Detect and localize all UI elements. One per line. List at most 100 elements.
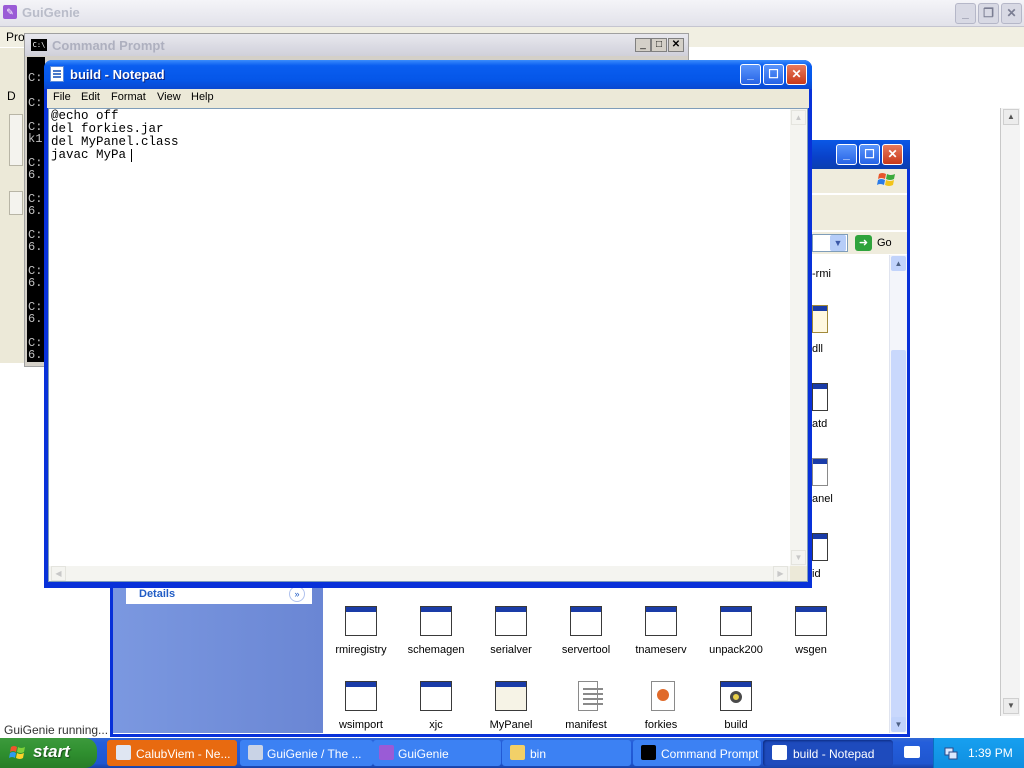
taskbar-item-label: CalubViem - Ne... [136, 747, 231, 761]
guigenie-icon [379, 745, 394, 760]
file-item[interactable]: rmiregistry [323, 606, 403, 676]
taskbar-item-notepad[interactable]: build - Notepad [763, 740, 893, 766]
dll-file-icon[interactable] [812, 305, 828, 333]
file-label: tnameserv [635, 644, 687, 656]
menu-edit[interactable]: Edit [81, 91, 100, 103]
file-item[interactable]: serialver [473, 606, 553, 676]
exe-window-icon [570, 606, 602, 636]
exe-window-icon [795, 606, 827, 636]
guigenie-panel-box-2 [9, 191, 23, 215]
notepad-minimize-button[interactable]: _ [740, 64, 761, 85]
scroll-thumb[interactable] [891, 350, 906, 720]
file-label: schemagen [407, 644, 465, 656]
file-item[interactable]: tnameserv [623, 606, 703, 676]
console-line: 6. [28, 240, 43, 254]
file-label: serialver [490, 644, 532, 656]
exe-window-icon [720, 606, 752, 636]
menu-view[interactable]: View [157, 91, 181, 103]
details-label[interactable]: Details [139, 588, 175, 600]
console-line: 6. [28, 204, 43, 218]
menu-file[interactable]: File [53, 91, 71, 103]
scroll-down-icon[interactable]: ▼ [891, 717, 906, 732]
guigenie-tab[interactable]: D [7, 89, 16, 103]
jar-file-icon [651, 681, 675, 711]
notepad-close-button[interactable]: ✕ [786, 64, 807, 85]
guigenie-vertical-scrollbar[interactable]: ▲ ▼ [1000, 108, 1020, 716]
cmd-close-button[interactable]: ✕ [668, 38, 684, 52]
file-label: wsgen [795, 644, 827, 656]
exe-window-icon[interactable] [812, 383, 828, 411]
file-label: rmiregistry [335, 644, 387, 656]
explorer-maximize-button[interactable]: ☐ [859, 144, 880, 165]
exe-window-icon [345, 606, 377, 636]
cmd-icon [641, 745, 656, 760]
scroll-right-icon[interactable]: ▶ [773, 566, 788, 581]
file-label: xjc [429, 719, 443, 731]
resize-grip[interactable] [790, 566, 807, 581]
taskbar-item-bin[interactable]: bin [502, 740, 631, 766]
folder-icon [510, 745, 525, 760]
keyboard-icon[interactable] [904, 746, 920, 758]
menu-format[interactable]: Format [111, 91, 146, 103]
scroll-left-icon[interactable]: ◀ [51, 566, 66, 581]
command-prompt-title: Command Prompt [52, 38, 165, 53]
taskbar-item-label: Command Prompt [661, 747, 759, 761]
start-label[interactable]: start [33, 742, 70, 762]
text-file-icon [578, 681, 603, 711]
taskbar-item-browser[interactable]: CalubViem - Ne... [107, 740, 237, 766]
file-item[interactable]: schemagen [398, 606, 478, 676]
guigenie-menu-project[interactable]: Pro [6, 30, 25, 44]
notepad-content[interactable]: @echo off del forkies.jar del MyPanel.cl… [51, 110, 179, 162]
file-label-partial[interactable]: id [812, 568, 821, 580]
notepad-icon [50, 66, 64, 82]
go-button-label[interactable]: Go [877, 237, 892, 249]
file-label-partial[interactable]: anel [812, 493, 833, 505]
file-label: wsimport [338, 719, 383, 731]
file-item[interactable]: wsgen [773, 606, 853, 676]
scroll-up-icon[interactable]: ▲ [1003, 109, 1019, 125]
file-item[interactable]: unpack200 [698, 606, 778, 676]
cmd-minimize-button[interactable]: _ [635, 38, 651, 52]
network-icon[interactable] [944, 746, 958, 760]
expand-chevron-icon[interactable]: » [289, 586, 305, 602]
explorer-toolbar-row [812, 195, 907, 230]
taskbar-item-guigenie-web[interactable]: GuiGenie / The ... [240, 740, 373, 766]
chevron-down-icon[interactable]: ▼ [830, 235, 846, 251]
notepad-text-area[interactable] [48, 108, 808, 582]
console-line: C: [28, 71, 43, 85]
explorer-vertical-scrollbar[interactable]: ▲ ▼ [889, 255, 907, 733]
taskbar-item-command-prompt[interactable]: Command Prompt [633, 740, 761, 766]
file-label-partial[interactable]: dll [812, 343, 823, 355]
guigenie-restore-button[interactable]: ❐ [978, 3, 999, 24]
scroll-down-icon[interactable]: ▼ [791, 550, 806, 565]
explorer-task-pane [113, 586, 323, 733]
console-line: 6. [28, 312, 43, 326]
taskbar-item-guigenie[interactable]: GuiGenie [373, 740, 501, 766]
exe-window-icon [420, 681, 452, 711]
notepad-vertical-scrollbar[interactable]: ▲ ▼ [790, 109, 807, 566]
guigenie-close-button[interactable]: ✕ [1001, 3, 1022, 24]
scroll-down-icon[interactable]: ▼ [1003, 698, 1019, 714]
guigenie-minimize-button[interactable]: _ [955, 3, 976, 24]
guigenie-titlebar[interactable] [0, 0, 1024, 27]
file-label-partial[interactable]: atd [812, 418, 827, 430]
clock[interactable]: 1:39 PM [968, 746, 1013, 760]
go-arrow-icon[interactable]: ➜ [855, 235, 872, 251]
menu-help[interactable]: Help [191, 91, 214, 103]
exe-window-icon[interactable] [812, 533, 828, 561]
notepad-horizontal-scrollbar[interactable]: ◀ ▶ [49, 566, 790, 581]
scroll-up-icon[interactable]: ▲ [891, 256, 906, 271]
guigenie-app-icon: ✎ [3, 5, 17, 19]
scroll-up-icon[interactable]: ▲ [791, 110, 806, 125]
file-item[interactable]: servertool [548, 606, 628, 676]
file-label-partial[interactable]: -rmi [812, 268, 831, 280]
explorer-minimize-button[interactable]: _ [836, 144, 857, 165]
console-line: 6. [28, 168, 43, 182]
file-label: manifest [565, 719, 607, 731]
explorer-close-button[interactable]: ✕ [882, 144, 903, 165]
console-line: 6. [28, 348, 43, 362]
notepad-maximize-button[interactable]: ☐ [763, 64, 784, 85]
notepad-icon [772, 745, 787, 760]
cmd-maximize-button[interactable]: □ [651, 38, 667, 52]
text-file-icon[interactable] [812, 458, 828, 486]
